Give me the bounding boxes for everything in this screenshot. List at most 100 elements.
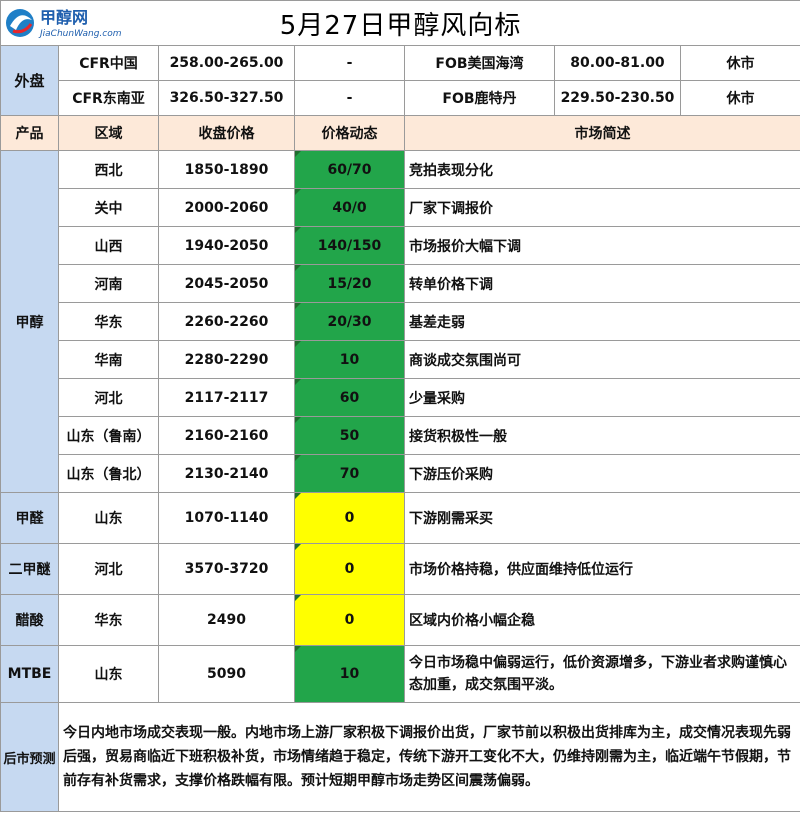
product-row: 山西 1940-2050 140/150 市场报价大幅下调	[1, 226, 800, 265]
col-header-close-price: 收盘价格	[158, 115, 295, 151]
col-header-market-desc: 市场简述	[403, 115, 800, 151]
market-desc-cell: 厂家下调报价	[403, 188, 800, 227]
external-price: 326.50-327.50	[158, 80, 295, 116]
close-price-cell: 2490	[158, 594, 295, 646]
market-desc-cell: 下游压价采购	[403, 454, 800, 493]
cell-corner-marker	[295, 595, 301, 601]
market-desc-cell: 市场价格持稳，供应面维持低位运行	[403, 543, 800, 595]
cell-corner-marker	[295, 646, 301, 652]
product-name: 甲醇	[0, 150, 59, 493]
region-cell: 华东	[58, 594, 159, 646]
close-price-cell: 2045-2050	[158, 264, 295, 303]
product-name: 甲醛	[0, 492, 59, 544]
region-cell: 河北	[58, 543, 159, 595]
external-status: 休市	[679, 80, 800, 116]
close-price-cell: 2160-2160	[158, 416, 295, 455]
external-status: 休市	[679, 45, 800, 81]
region-cell: 河北	[58, 378, 159, 417]
cell-corner-marker	[295, 189, 301, 195]
product-name: 醋酸	[0, 594, 59, 646]
region-cell: 关中	[58, 188, 159, 227]
col-header-region: 区域	[58, 115, 159, 151]
close-price-cell: 1070-1140	[158, 492, 295, 544]
column-header-row: 产品 区域 收盘价格 价格动态 市场简述	[0, 115, 800, 151]
product-name: 二甲醚	[0, 543, 59, 595]
region-cell: 华东	[58, 302, 159, 341]
close-price-cell: 1850-1890	[158, 150, 295, 189]
price-change-cell: 10	[294, 645, 405, 703]
product-row: 甲醇 西北 1850-1890 60/70 竞拍表现分化	[0, 150, 800, 493]
forecast-label: 后市预测	[0, 702, 59, 812]
close-price-cell: 1940-2050	[158, 226, 295, 265]
market-desc-cell: 少量采购	[403, 378, 800, 417]
product-row: 甲醛 山东 1070-1140 0 下游刚需采买	[0, 492, 800, 544]
price-change-cell: 10	[294, 340, 405, 379]
cell-corner-marker	[295, 341, 301, 347]
region-cell: 山东	[58, 492, 159, 544]
region-cell: 山东（鲁南）	[58, 416, 159, 455]
forecast-text: 今日内地市场成交表现一般。内地市场上游厂家积极下调报价出货，厂家节前以积极出货排…	[57, 702, 800, 812]
product-row: MTBE 山东 5090 10 今日市场稳中偏弱运行，低价资源增多，下游业者求购谨慎心态…	[0, 645, 800, 703]
close-price-cell: 2117-2117	[158, 378, 295, 417]
price-change-cell: 140/150	[294, 226, 405, 265]
external-name: FOB美国海湾	[404, 45, 555, 81]
region-cell: 河南	[58, 264, 159, 303]
region-cell: 山西	[58, 226, 159, 265]
price-change-cell: 50	[294, 416, 405, 455]
external-label: 外盘	[0, 45, 59, 116]
cell-corner-marker	[295, 303, 301, 309]
report-page: 5月27日甲醇风向标 外盘 CFR中国 258.00-265.00 - FOB美…	[0, 0, 800, 818]
external-row: CFR东南亚 326.50-327.50 - FOB鹿特丹 229.50-230…	[1, 80, 800, 116]
external-change: -	[294, 80, 405, 116]
external-row: 外盘 CFR中国 258.00-265.00 - FOB美国海湾 80.00-8…	[0, 45, 800, 116]
region-cell: 西北	[58, 150, 159, 189]
cell-corner-marker	[295, 455, 301, 461]
forecast-row: 后市预测 今日内地市场成交表现一般。内地市场上游厂家积极下调报价出货，厂家节前以积…	[0, 702, 800, 812]
page-title: 5月27日甲醇风向标	[279, 10, 522, 41]
external-price: 229.50-230.50	[554, 80, 681, 116]
external-price: 80.00-81.00	[554, 45, 681, 81]
close-price-cell: 2280-2290	[158, 340, 295, 379]
price-change-cell: 70	[294, 454, 405, 493]
market-desc-cell: 下游刚需采买	[403, 492, 800, 544]
price-change-cell: 60	[294, 378, 405, 417]
product-row: 华南 2280-2290 10 商谈成交氛围尚可	[1, 340, 800, 379]
cell-corner-marker	[295, 265, 301, 271]
close-price-cell: 2260-2260	[158, 302, 295, 341]
region-cell: 华南	[58, 340, 159, 379]
close-price-cell: 2000-2060	[158, 188, 295, 227]
logo-text: 甲醇网	[40, 8, 88, 27]
market-desc-cell: 转单价格下调	[403, 264, 800, 303]
col-header-price-change: 价格动态	[294, 115, 405, 151]
price-change-cell: 15/20	[294, 264, 405, 303]
product-row: 醋酸 华东 2490 0 区域内价格小幅企稳	[0, 594, 800, 646]
market-desc-cell: 竞拍表现分化	[403, 150, 800, 189]
cell-corner-marker	[295, 151, 301, 157]
price-change-cell: 0	[294, 492, 405, 544]
close-price-cell: 5090	[158, 645, 295, 703]
cell-corner-marker	[295, 379, 301, 385]
product-row: 山东（鲁北） 2130-2140 70 下游压价采购	[1, 454, 800, 493]
product-row: 河南 2045-2050 15/20 转单价格下调	[1, 264, 800, 303]
col-header-product: 产品	[0, 115, 59, 151]
region-cell: 山东（鲁北）	[58, 454, 159, 493]
logo-url-text: JiaChunWang.com	[38, 29, 122, 39]
close-price-cell: 2130-2140	[158, 454, 295, 493]
market-desc-cell: 接货积极性一般	[403, 416, 800, 455]
external-name: FOB鹿特丹	[404, 80, 555, 116]
cell-corner-marker	[295, 493, 301, 499]
market-desc-cell: 商谈成交氛围尚可	[403, 340, 800, 379]
product-row: 二甲醚 河北 3570-3720 0 市场价格持稳，供应面维持低位运行	[0, 543, 800, 595]
product-name: MTBE	[0, 645, 59, 703]
close-price-cell: 3570-3720	[158, 543, 295, 595]
price-table: 5月27日甲醇风向标 外盘 CFR中国 258.00-265.00 - FOB美…	[0, 0, 800, 812]
external-name: CFR中国	[58, 45, 159, 81]
external-name: CFR东南亚	[58, 80, 159, 116]
product-row: 关中 2000-2060 40/0 厂家下调报价	[1, 188, 800, 227]
product-row: 河北 2117-2117 60 少量采购	[1, 378, 800, 417]
product-row: 华东 2260-2260 20/30 基差走弱	[1, 302, 800, 341]
cell-corner-marker	[295, 417, 301, 423]
price-change-cell: 0	[294, 543, 405, 595]
external-change: -	[294, 45, 405, 81]
region-cell: 山东	[58, 645, 159, 703]
